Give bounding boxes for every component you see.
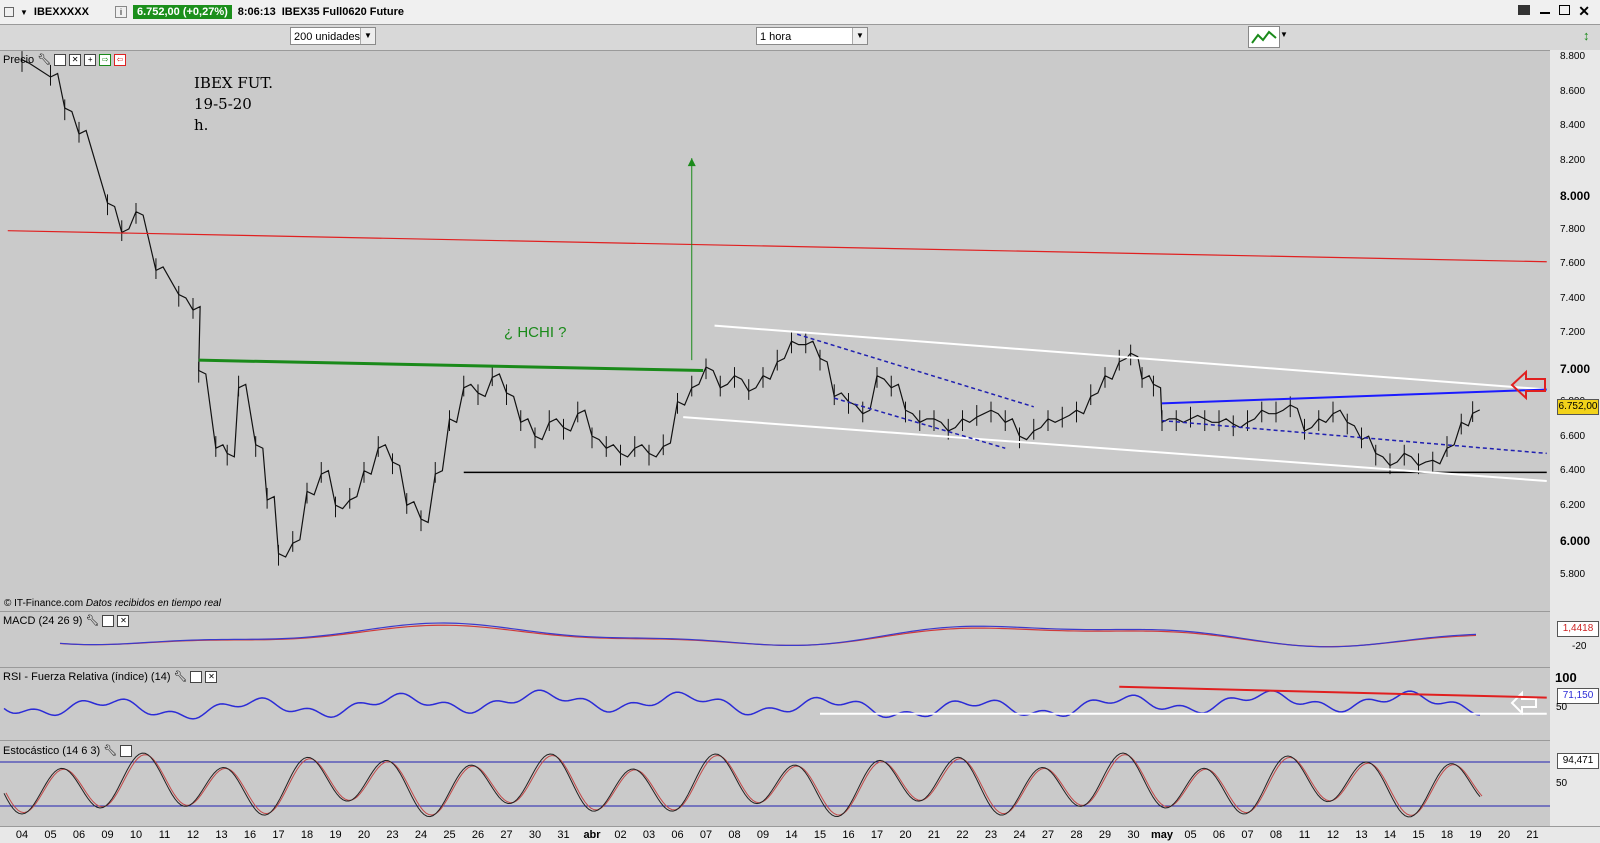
x-tick-label: 12 — [186, 829, 200, 841]
x-tick-label: 18 — [300, 829, 314, 841]
x-tick-label: 07 — [1241, 829, 1254, 841]
trend-line-dash-1-upper — [796, 333, 1034, 408]
x-tick-label: 13 — [1355, 829, 1368, 841]
x-tick-label: 28 — [1070, 829, 1083, 841]
trend-line-white-upper — [714, 324, 1547, 391]
x-tick-label: 14 — [785, 829, 798, 841]
x-tick-label: 16 — [243, 829, 257, 841]
x-tick-label: 19 — [329, 829, 342, 841]
x-tick-label: 27 — [500, 829, 513, 841]
x-tick-label: 13 — [215, 829, 228, 841]
x-tick-label: 30 — [1127, 829, 1140, 841]
x-tick-label: abr — [583, 829, 601, 841]
x-tick-label: may — [1150, 829, 1174, 841]
x-tick-label: 17 — [272, 829, 285, 841]
x-tick-label: 23 — [984, 829, 998, 841]
x-tick-label: 21 — [927, 829, 941, 841]
x-tick-label: 20 — [357, 829, 371, 841]
x-tick-label: 15 — [813, 829, 827, 841]
chart-canvas — [0, 51, 1550, 818]
x-tick-label: 09 — [756, 829, 770, 841]
x-tick-label: 10 — [129, 829, 143, 841]
x-tick-label: 29 — [1098, 829, 1112, 841]
macd-signal-line — [59, 624, 1477, 648]
x-tick-label: 27 — [1041, 829, 1055, 841]
red-arrow-indicator — [1510, 369, 1546, 401]
x-tick-label: 15 — [1412, 829, 1425, 841]
x-tick-label: 24 — [1013, 829, 1026, 841]
x-tick-label: 19 — [1469, 829, 1482, 841]
x-tick-label: 31 — [557, 829, 570, 841]
x-tick-label: 24 — [414, 829, 428, 841]
stochastic-line — [3, 752, 1481, 818]
x-tick-label: 20 — [1497, 829, 1511, 841]
x-tick-label: 04 — [15, 829, 29, 841]
x-tick-label: 21 — [1526, 829, 1539, 841]
x-tick-label: 14 — [1383, 829, 1397, 841]
x-tick-label: 08 — [728, 829, 741, 841]
x-tick-label: 05 — [44, 829, 57, 841]
x-tick-label: 06 — [72, 829, 86, 841]
x-tick-label: 05 — [1184, 829, 1197, 841]
trend-line-blue-solid — [1161, 388, 1547, 405]
x-tick-label: 11 — [158, 829, 171, 841]
price-series — [21, 59, 1481, 558]
arrow-head-up — [687, 158, 696, 167]
trend-line-red — [7, 230, 1547, 263]
x-tick-label: 07 — [699, 829, 713, 841]
x-tick-label: 09 — [101, 829, 114, 841]
x-tick-label: 30 — [528, 829, 542, 841]
trend-line-green — [198, 358, 704, 373]
x-tick-label: 18 — [1440, 829, 1454, 841]
x-tick-label: 03 — [642, 829, 656, 841]
x-tick-label: 26 — [471, 829, 485, 841]
x-tick-label: 16 — [842, 829, 855, 841]
trend-line-rsi-red — [1119, 685, 1547, 699]
x-tick-label: 08 — [1269, 829, 1283, 841]
x-tick-label: 23 — [386, 829, 399, 841]
x-tick-label: 12 — [1326, 829, 1340, 841]
x-tick-label: 17 — [870, 829, 884, 841]
trend-line-white-lower — [683, 416, 1547, 483]
x-tick-label: 11 — [1298, 829, 1311, 841]
x-tick-label: 25 — [443, 829, 456, 841]
x-tick-label: 22 — [956, 829, 969, 841]
x-tick-label: 20 — [899, 829, 912, 841]
x-tick-label: 06 — [1212, 829, 1226, 841]
macd-line — [59, 622, 1477, 648]
x-tick-label: 06 — [671, 829, 684, 841]
x-tick-label: 02 — [614, 829, 627, 841]
